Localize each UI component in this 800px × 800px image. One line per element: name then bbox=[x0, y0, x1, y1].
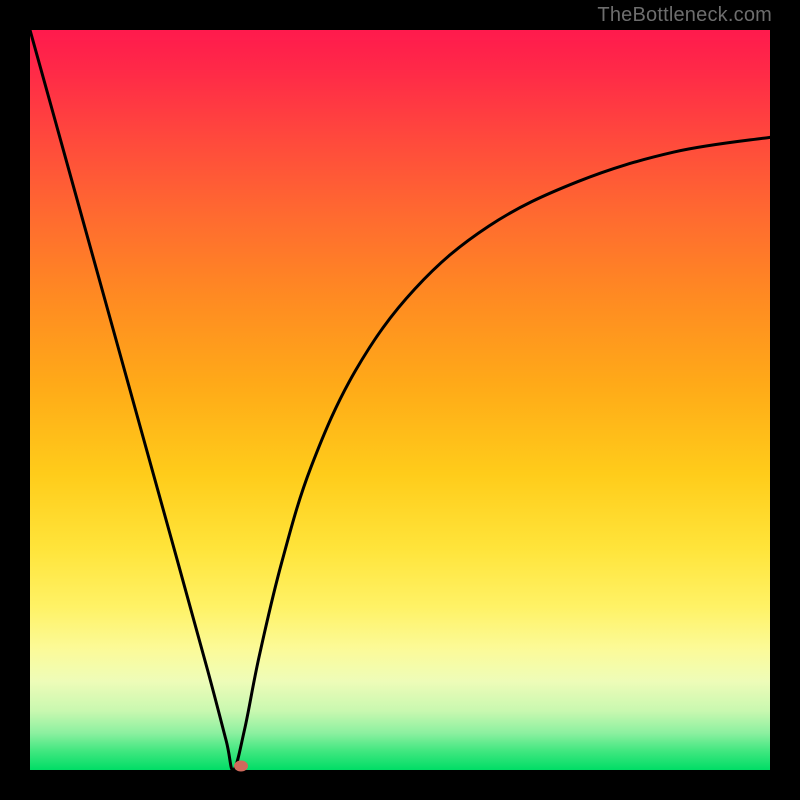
chart-frame: TheBottleneck.com bbox=[0, 0, 800, 800]
optimal-point-marker bbox=[234, 761, 248, 772]
bottleneck-curve bbox=[30, 30, 770, 770]
watermark-text: TheBottleneck.com bbox=[597, 4, 772, 27]
plot-area bbox=[30, 30, 770, 770]
